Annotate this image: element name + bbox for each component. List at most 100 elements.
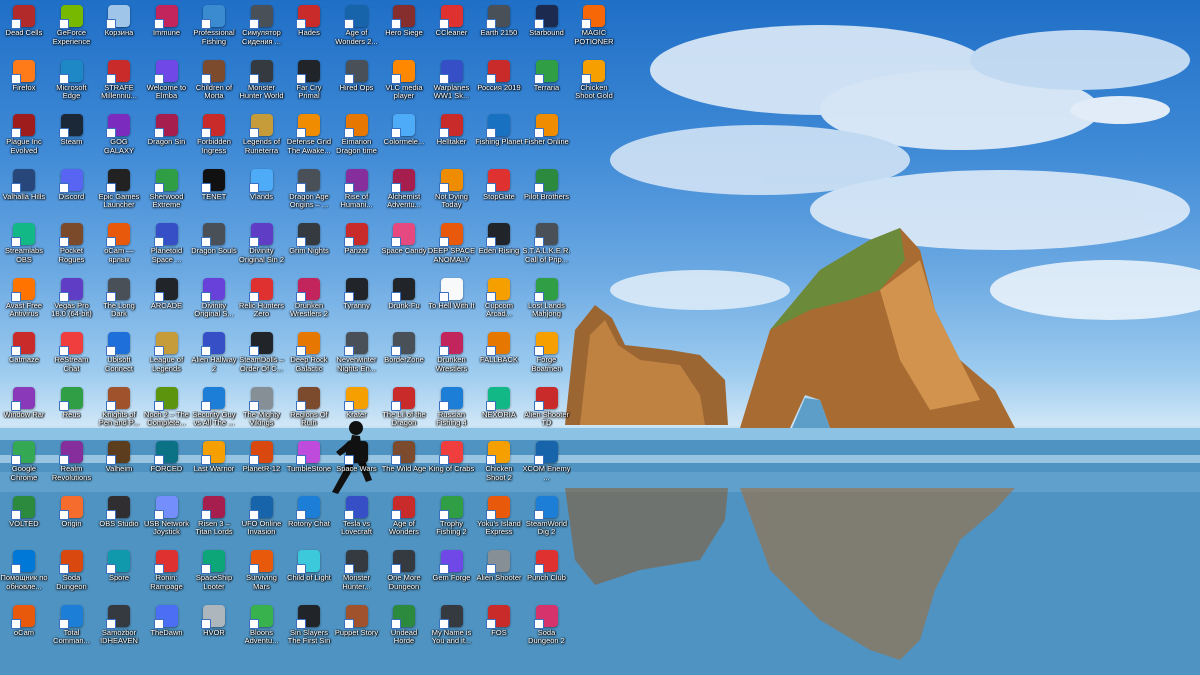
desktop-shortcut[interactable]: Steam bbox=[48, 111, 96, 165]
desktop-shortcut[interactable]: Grim Nights bbox=[285, 220, 333, 274]
desktop-shortcut[interactable]: Defense Grid The Awake... bbox=[285, 111, 333, 165]
desktop-shortcut[interactable]: Total Comman... bbox=[48, 602, 96, 656]
desktop-shortcut[interactable]: Spore bbox=[95, 547, 143, 601]
desktop-shortcut[interactable]: Eden Rising bbox=[475, 220, 523, 274]
desktop-shortcut[interactable]: Reus bbox=[48, 384, 96, 438]
desktop-shortcut[interactable]: Dragon Souls bbox=[190, 220, 238, 274]
desktop-shortcut[interactable]: Forbidden Ingress bbox=[190, 111, 238, 165]
desktop-shortcut[interactable]: Alchemist Adventu... bbox=[380, 166, 428, 220]
desktop-shortcut[interactable]: Bloons Adventu... bbox=[238, 602, 286, 656]
desktop-shortcut[interactable]: Discord bbox=[48, 166, 96, 220]
desktop-shortcut[interactable]: Dead Cells bbox=[0, 2, 48, 56]
desktop-shortcut[interactable]: Risen 3 – Titan Lords bbox=[190, 493, 238, 547]
desktop-shortcut[interactable]: Eimarion Dragon time bbox=[333, 111, 381, 165]
desktop-shortcut[interactable]: Relic Hunters Zero bbox=[238, 275, 286, 329]
desktop-shortcut[interactable]: Vlands bbox=[238, 166, 286, 220]
desktop-shortcut[interactable]: XCOM Enemy ... bbox=[523, 438, 571, 492]
desktop-shortcut[interactable]: Child of Light bbox=[285, 547, 333, 601]
desktop-shortcut[interactable]: USB Network Joystick bbox=[143, 493, 191, 547]
desktop-shortcut[interactable]: Lost Lands Mahjong bbox=[523, 275, 571, 329]
desktop-shortcut[interactable]: Undead Horde bbox=[380, 602, 428, 656]
desktop-shortcut[interactable]: GOG GALAXY bbox=[95, 111, 143, 165]
desktop-shortcut[interactable]: PlanetR-12 bbox=[238, 438, 286, 492]
desktop-shortcut[interactable]: Divinity Original Sin 2 bbox=[238, 220, 286, 274]
desktop-shortcut[interactable]: Sherwood Extreme bbox=[143, 166, 191, 220]
desktop-shortcut[interactable]: Chicken Shoot Gold bbox=[570, 57, 618, 111]
desktop-shortcut[interactable]: Россия 2019 bbox=[475, 57, 523, 111]
desktop-shortcut[interactable]: The Wild Age bbox=[380, 438, 428, 492]
desktop-shortcut[interactable]: Pilot Brothers bbox=[523, 166, 571, 220]
desktop-shortcut[interactable]: Russian Fishing 4 bbox=[428, 384, 476, 438]
desktop-shortcut[interactable]: Deep Rock Galactic bbox=[285, 329, 333, 383]
desktop-shortcut[interactable]: Soda Dungeon 2 bbox=[523, 602, 571, 656]
desktop-shortcut[interactable]: Cupcom Arcad... bbox=[475, 275, 523, 329]
desktop-shortcut[interactable]: Streamlabs OBS bbox=[0, 220, 48, 274]
desktop-shortcut[interactable]: Hired Ops bbox=[333, 57, 381, 111]
desktop-shortcut[interactable]: UFO Online Invasion bbox=[238, 493, 286, 547]
desktop-shortcut[interactable]: BorderZone bbox=[380, 329, 428, 383]
desktop-shortcut[interactable]: Last Warrior bbox=[190, 438, 238, 492]
desktop-shortcut[interactable]: MAGIC POTIONER B... bbox=[570, 2, 618, 56]
desktop-shortcut[interactable]: Fisher Online bbox=[523, 111, 571, 165]
desktop-shortcut[interactable]: TumbleStone bbox=[285, 438, 333, 492]
desktop-shortcut[interactable]: SpaceShip Looter bbox=[190, 547, 238, 601]
desktop-shortcut[interactable]: Origin bbox=[48, 493, 96, 547]
desktop-shortcut[interactable]: Google Chrome bbox=[0, 438, 48, 492]
desktop-shortcut[interactable]: Avast Free Antivirus bbox=[0, 275, 48, 329]
desktop-shortcut[interactable]: Starbound bbox=[523, 2, 571, 56]
desktop-shortcut[interactable]: Tesla vs Lovecraft bbox=[333, 493, 381, 547]
desktop-shortcut[interactable]: Симулятор Сидения ... bbox=[238, 2, 286, 56]
desktop-shortcut[interactable]: Terraria bbox=[523, 57, 571, 111]
desktop-shortcut[interactable]: Far Cry Primal bbox=[285, 57, 333, 111]
desktop-shortcut[interactable]: Space Candy bbox=[380, 220, 428, 274]
desktop-shortcut[interactable]: My Name is You and it... bbox=[428, 602, 476, 656]
desktop-shortcut[interactable]: Alien Shooter TD bbox=[523, 384, 571, 438]
desktop-shortcut[interactable]: Noch 2 – The Complete... bbox=[143, 384, 191, 438]
desktop-shortcut[interactable]: Firefox bbox=[0, 57, 48, 111]
desktop-shortcut[interactable]: Soda Dungeon bbox=[48, 547, 96, 601]
desktop-shortcut[interactable]: Drunken Wrestlers 2 bbox=[285, 275, 333, 329]
desktop-shortcut[interactable]: Security Guy vs All The ... bbox=[190, 384, 238, 438]
desktop-shortcut[interactable]: League of Legends bbox=[143, 329, 191, 383]
desktop-shortcut[interactable]: Alien Hallway 2 bbox=[190, 329, 238, 383]
desktop-shortcut[interactable]: TheDawn bbox=[143, 602, 191, 656]
desktop-shortcut[interactable]: The Mighty Vikings bbox=[238, 384, 286, 438]
desktop-shortcut[interactable]: Welcome to Elmba bbox=[143, 57, 191, 111]
desktop-shortcut[interactable]: Trophy Fishing 2 bbox=[428, 493, 476, 547]
desktop-shortcut[interactable]: Knights of Pen and P... bbox=[95, 384, 143, 438]
desktop-shortcut[interactable]: VOLTED bbox=[0, 493, 48, 547]
desktop-shortcut[interactable]: Vegas Pro 18.0 (64-bit) bbox=[48, 275, 96, 329]
desktop-shortcut[interactable]: Dragon Sin bbox=[143, 111, 191, 165]
desktop-shortcut[interactable]: Colormele... bbox=[380, 111, 428, 165]
desktop-shortcut[interactable]: Gem Forge bbox=[428, 547, 476, 601]
desktop-shortcut[interactable]: DEEP SPACE ANOMALY bbox=[428, 220, 476, 274]
desktop-shortcut[interactable]: GeForce Experience bbox=[48, 2, 96, 56]
desktop-shortcut[interactable]: Drunk-Fu bbox=[380, 275, 428, 329]
desktop-shortcut[interactable]: Корзина bbox=[95, 2, 143, 56]
desktop-shortcut[interactable]: FORCED bbox=[143, 438, 191, 492]
desktop-shortcut[interactable]: Valhalla Hills bbox=[0, 166, 48, 220]
desktop-shortcut[interactable]: Catmaze bbox=[0, 329, 48, 383]
desktop-shortcut[interactable]: Ronin: Rampage bbox=[143, 547, 191, 601]
desktop-shortcut[interactable]: Hero Siege bbox=[380, 2, 428, 56]
desktop-shortcut[interactable]: ARCADE bbox=[143, 275, 191, 329]
desktop-shortcut[interactable]: Planetoid Space ... bbox=[143, 220, 191, 274]
desktop-shortcut[interactable]: OBS Studio bbox=[95, 493, 143, 547]
desktop-shortcut[interactable]: STRAFE Millenniu... bbox=[95, 57, 143, 111]
desktop-shortcut[interactable]: Alien Shooter bbox=[475, 547, 523, 601]
desktop-shortcut[interactable]: Fishing Planet bbox=[475, 111, 523, 165]
desktop-shortcut[interactable]: S.T.A.L.K.E.R. Call of Prip... bbox=[523, 220, 571, 274]
desktop-shortcut[interactable]: VLC media player bbox=[380, 57, 428, 111]
desktop-shortcut[interactable]: NEXORIA bbox=[475, 384, 523, 438]
desktop-shortcut[interactable]: SteamWorld Dig 2 bbox=[523, 493, 571, 547]
desktop-shortcut[interactable]: Neverwinter Nights En... bbox=[333, 329, 381, 383]
desktop-shortcut[interactable]: Space Wars bbox=[333, 438, 381, 492]
desktop-shortcut[interactable]: FOS bbox=[475, 602, 523, 656]
desktop-shortcut[interactable]: StopGate bbox=[475, 166, 523, 220]
desktop-shortcut[interactable]: SteamDolls – Order Of C... bbox=[238, 329, 286, 383]
desktop-shortcut[interactable]: Hades bbox=[285, 2, 333, 56]
desktop-shortcut[interactable]: oCam — ярлык bbox=[95, 220, 143, 274]
desktop-shortcut[interactable]: Age of Wonders 2... bbox=[333, 2, 381, 56]
desktop-shortcut[interactable]: Panzar bbox=[333, 220, 381, 274]
desktop-shortcut[interactable]: Not Dying Today bbox=[428, 166, 476, 220]
